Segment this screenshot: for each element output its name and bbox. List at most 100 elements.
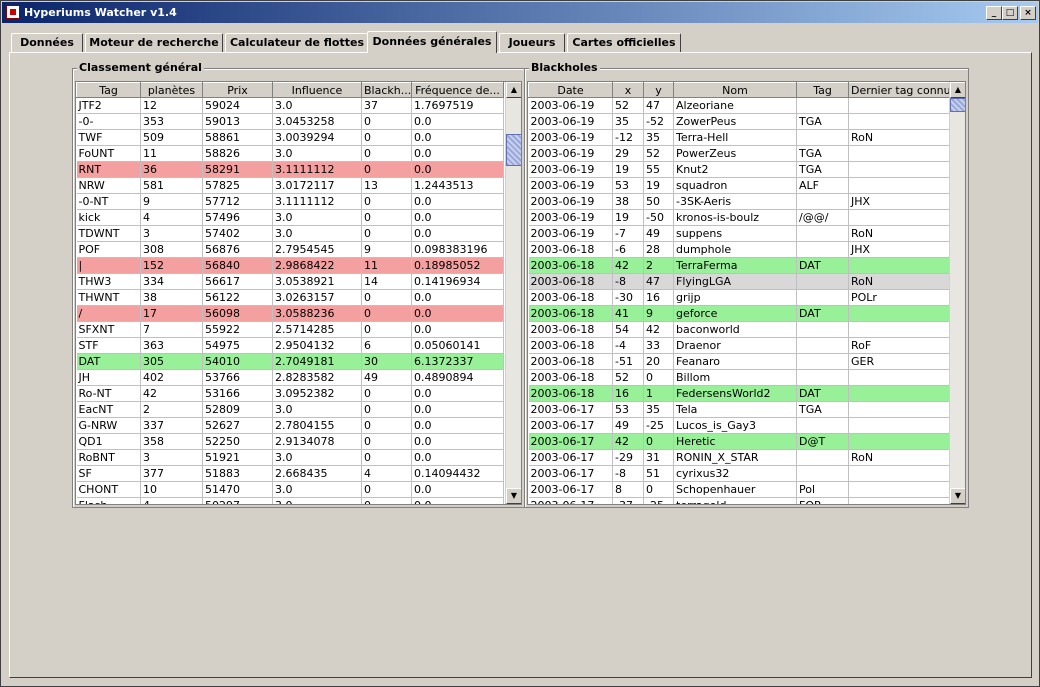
cell-blackholes[interactable]: 0 (361, 481, 412, 498)
cell-nom[interactable]: Knut2 (673, 161, 797, 178)
table-row[interactable]: JTF2 12 59024 3.0 37 1.7697519 (76, 97, 504, 114)
cell-blackholes[interactable]: 49 (361, 369, 412, 386)
scroll-down-icon[interactable]: ▼ (506, 488, 521, 504)
cell-frequence[interactable]: 0.14094432 (411, 465, 504, 482)
table-row[interactable]: EacNT 2 52809 3.0 0 0.0 (76, 401, 504, 418)
cell-tag[interactable]: CHONT (76, 481, 141, 498)
cell-y[interactable]: 0 (643, 481, 674, 498)
cell-tag[interactable]: JH (76, 369, 141, 386)
cell-tag[interactable]: -0-NT (76, 193, 141, 210)
cell-x[interactable]: 29 (612, 145, 644, 162)
cell-frequence[interactable]: 0.0 (411, 417, 504, 434)
cell-tag[interactable] (796, 449, 849, 466)
cell-blackholes[interactable]: 0 (361, 161, 412, 178)
cell-y[interactable]: 51 (643, 465, 674, 482)
cell-dernier-tag[interactable] (848, 257, 950, 274)
maximize-button[interactable]: □ (1002, 6, 1018, 20)
cell-frequence[interactable]: 0.0 (411, 129, 504, 146)
table-row[interactable]: 2003-06-17 42 0 Heretic D@T (528, 433, 950, 450)
cell-influence[interactable]: 3.0 (272, 97, 362, 114)
cell-dernier-tag[interactable] (848, 417, 950, 434)
table-row[interactable]: STF 363 54975 2.9504132 6 0.05060141 (76, 337, 504, 354)
cell-prix[interactable]: 54010 (202, 353, 273, 370)
cell-y[interactable]: 0 (643, 369, 674, 386)
column-header-x[interactable]: x (612, 82, 644, 98)
cell-blackholes[interactable]: 37 (361, 97, 412, 114)
cell-nom[interactable]: Lucos_is_Gay3 (673, 417, 797, 434)
cell-frequence[interactable]: 0.18985052 (411, 257, 504, 274)
cell-dernier-tag[interactable] (848, 497, 950, 504)
cell-x[interactable]: -29 (612, 449, 644, 466)
cell-prix[interactable]: 53166 (202, 385, 273, 402)
cell-tag[interactable] (796, 225, 849, 242)
cell-x[interactable]: -30 (612, 289, 644, 306)
cell-date[interactable]: 2003-06-18 (528, 385, 613, 402)
cell-planetes[interactable]: 363 (140, 337, 203, 354)
cell-date[interactable]: 2003-06-17 (528, 401, 613, 418)
table-row[interactable]: SF 377 51883 2.668435 4 0.14094432 (76, 465, 504, 482)
table-row[interactable]: 2003-06-19 19 55 Knut2 TGA (528, 161, 950, 178)
cell-tag[interactable]: POF (76, 241, 141, 258)
cell-dernier-tag[interactable] (848, 145, 950, 162)
tab-calculateur-de-flottes[interactable]: Calculateur de flottes (225, 33, 369, 52)
cell-tag[interactable]: Pol (796, 481, 849, 498)
cell-blackholes[interactable]: 0 (361, 209, 412, 226)
cell-nom[interactable]: Heretic (673, 433, 797, 450)
table-row[interactable]: 2003-06-18 -30 16 grijp POLr (528, 289, 950, 306)
cell-influence[interactable]: 2.9504132 (272, 337, 362, 354)
cell-tag[interactable]: QD1 (76, 433, 141, 450)
cell-nom[interactable]: Tela (673, 401, 797, 418)
cell-planetes[interactable]: 402 (140, 369, 203, 386)
cell-prix[interactable]: 53766 (202, 369, 273, 386)
column-header-planetes[interactable]: planètes (140, 82, 203, 98)
cell-y[interactable]: -25 (643, 497, 674, 504)
cell-date[interactable]: 2003-06-19 (528, 161, 613, 178)
cell-blackholes[interactable]: 0 (361, 321, 412, 338)
cell-date[interactable]: 2003-06-19 (528, 193, 613, 210)
cell-dernier-tag[interactable] (848, 433, 950, 450)
cell-dernier-tag[interactable] (848, 321, 950, 338)
cell-blackholes[interactable]: 0 (361, 113, 412, 130)
table-row[interactable]: CHONT 10 51470 3.0 0 0.0 (76, 481, 504, 498)
table-row[interactable]: 2003-06-18 -4 33 Draenor RoF (528, 337, 950, 354)
table-row[interactable]: 2003-06-18 42 2 TerraFerma DAT (528, 257, 950, 274)
cell-x[interactable]: 41 (612, 305, 644, 322)
cell-frequence[interactable]: 0.098383196 (411, 241, 504, 258)
cell-planetes[interactable]: 4 (140, 209, 203, 226)
cell-influence[interactable]: 3.0039294 (272, 129, 362, 146)
table-row[interactable]: SFXNT 7 55922 2.5714285 0 0.0 (76, 321, 504, 338)
cell-tag[interactable]: | (76, 257, 141, 274)
cell-y[interactable]: 33 (643, 337, 674, 354)
cell-influence[interactable]: 2.9868422 (272, 257, 362, 274)
table-row[interactable]: -0-NT 9 57712 3.1111112 0 0.0 (76, 193, 504, 210)
cell-nom[interactable]: cyrixus32 (673, 465, 797, 482)
cell-planetes[interactable]: 337 (140, 417, 203, 434)
table-row[interactable]: FoUNT 11 58826 3.0 0 0.0 (76, 145, 504, 162)
cell-frequence[interactable]: 0.0 (411, 193, 504, 210)
column-header-y[interactable]: y (643, 82, 674, 98)
table-row[interactable]: 2003-06-19 -12 35 Terra-Hell RoN (528, 129, 950, 146)
table-row[interactable]: Ro-NT 42 53166 3.0952382 0 0.0 (76, 385, 504, 402)
cell-dernier-tag[interactable] (848, 401, 950, 418)
cell-frequence[interactable]: 1.2443513 (411, 177, 504, 194)
cell-y[interactable]: -52 (643, 113, 674, 130)
cell-tag[interactable]: NRW (76, 177, 141, 194)
cell-blackholes[interactable]: 0 (361, 305, 412, 322)
cell-dernier-tag[interactable]: GER (848, 353, 950, 370)
cell-tag[interactable]: EacNT (76, 401, 141, 418)
cell-blackholes[interactable]: 9 (361, 241, 412, 258)
cell-date[interactable]: 2003-06-18 (528, 257, 613, 274)
cell-x[interactable]: 19 (612, 161, 644, 178)
cell-dernier-tag[interactable] (848, 161, 950, 178)
scroll-down-icon[interactable]: ▼ (950, 488, 965, 504)
cell-tag[interactable]: Flash (76, 497, 141, 504)
table-row[interactable]: 2003-06-17-37-25terragoldFOR (528, 497, 950, 504)
cell-date[interactable]: 2003-06-19 (528, 177, 613, 194)
cell-nom[interactable]: FedersensWorld2 (673, 385, 797, 402)
tab-donnees[interactable]: Données (11, 33, 83, 52)
table-row[interactable]: NRW 581 57825 3.0172117 13 1.2443513 (76, 177, 504, 194)
cell-influence[interactable]: 2.8283582 (272, 369, 362, 386)
cell-y[interactable]: -50 (643, 209, 674, 226)
cell-y[interactable]: 52 (643, 145, 674, 162)
cell-y[interactable]: 9 (643, 305, 674, 322)
